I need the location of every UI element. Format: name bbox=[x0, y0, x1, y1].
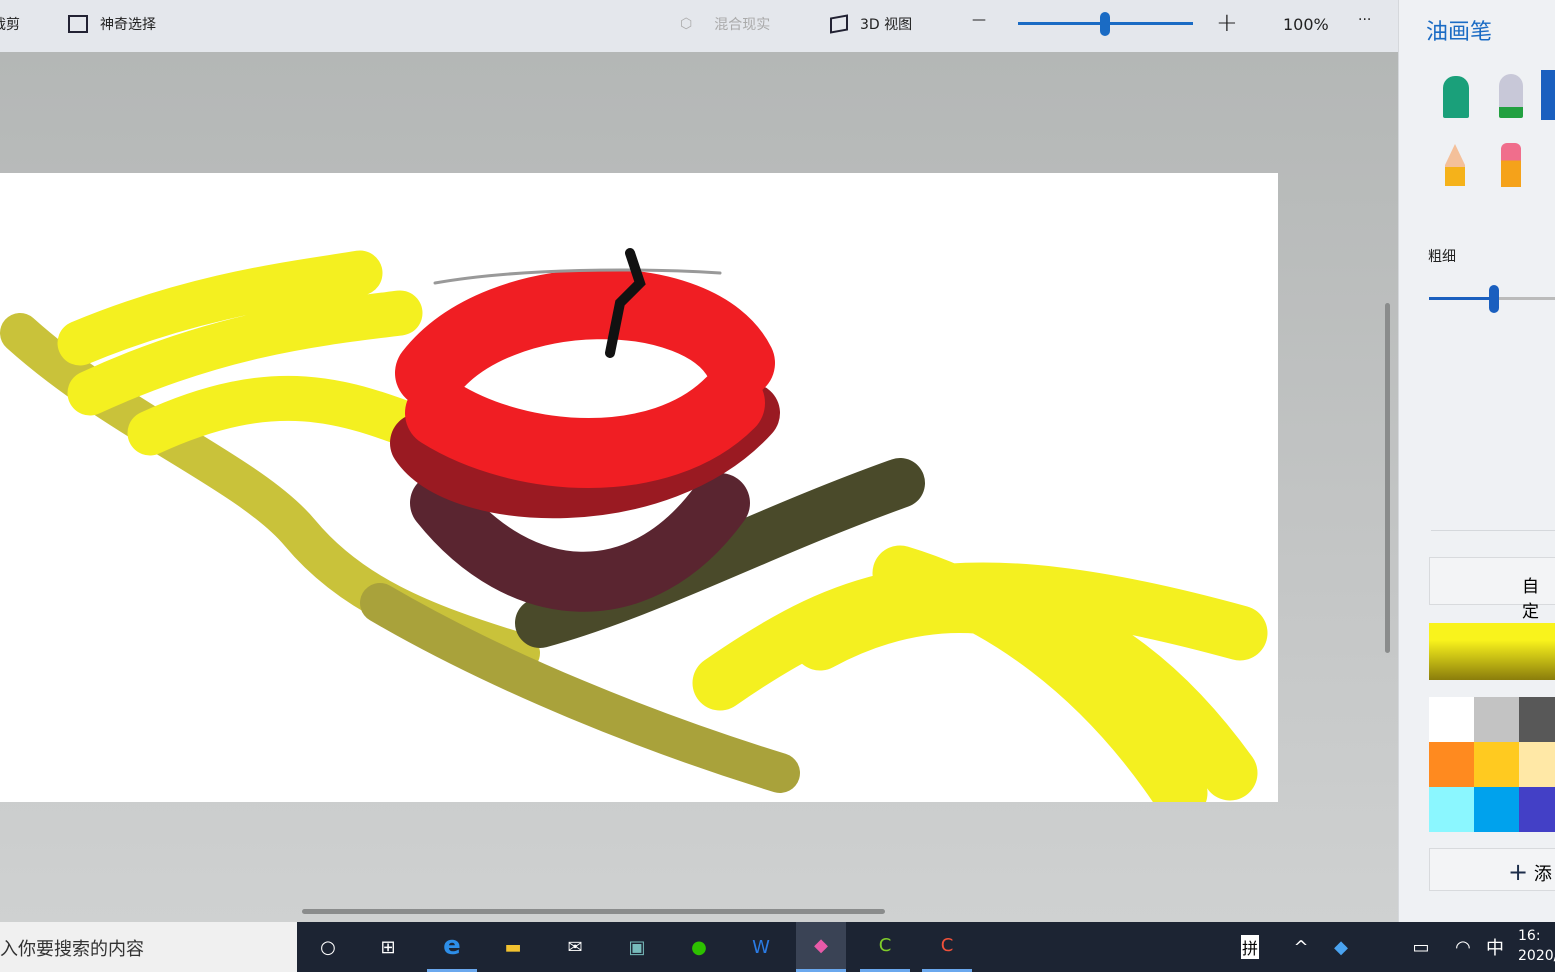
thickness-slider-thumb[interactable] bbox=[1489, 285, 1499, 313]
add-label: 添 bbox=[1533, 864, 1552, 885]
zoom-out-button[interactable]: — bbox=[972, 12, 986, 28]
crop-label: 裁剪 bbox=[0, 17, 20, 33]
mixed-reality-label: 混合现实 bbox=[714, 17, 771, 33]
thickness-slider[interactable] bbox=[1429, 285, 1555, 313]
oil-brush-icon-selected[interactable] bbox=[1541, 70, 1555, 120]
add-color-button[interactable]: + 添 bbox=[1429, 848, 1555, 891]
horizontal-scrollbar[interactable] bbox=[302, 909, 885, 914]
color-swatch[interactable] bbox=[1474, 742, 1520, 787]
task-view-icon[interactable]: ⊞ bbox=[363, 922, 413, 972]
more-button[interactable]: ··· bbox=[1358, 12, 1371, 28]
pencil-icon[interactable] bbox=[1445, 144, 1465, 186]
workspace bbox=[0, 52, 1398, 922]
color-swatch[interactable] bbox=[1429, 742, 1475, 787]
view-3d-button[interactable]: 3D 视图 bbox=[830, 14, 912, 34]
color-swatch[interactable] bbox=[1519, 742, 1555, 787]
color-swatch[interactable] bbox=[1429, 697, 1475, 742]
zoom-in-button[interactable]: + bbox=[1216, 8, 1238, 38]
view-3d-label: 3D 视图 bbox=[860, 17, 913, 33]
plus-icon: + bbox=[1508, 858, 1529, 886]
taskbar: 入你要搜索的内容 ○ ⊞ e ▬ ✉ ▣ ● W ◆ C C 拼 ^ ◆ ▭ ◠… bbox=[0, 922, 1555, 972]
store-icon[interactable]: ▣ bbox=[612, 922, 662, 972]
language-indicator[interactable]: 中 bbox=[1470, 922, 1520, 972]
eraser-icon[interactable] bbox=[1501, 143, 1521, 187]
wechat-icon[interactable]: ● bbox=[674, 922, 724, 972]
magic-select-icon bbox=[68, 15, 88, 33]
current-color-swatch bbox=[1429, 623, 1555, 680]
magic-select-button[interactable]: 神奇选择 bbox=[68, 14, 156, 34]
wps-icon[interactable]: W bbox=[736, 922, 786, 972]
color-swatch[interactable] bbox=[1474, 787, 1520, 832]
vertical-scrollbar[interactable] bbox=[1385, 303, 1390, 653]
zoom-slider-thumb[interactable] bbox=[1100, 12, 1110, 36]
recorder-icon[interactable]: C bbox=[922, 922, 972, 972]
marker-icon[interactable] bbox=[1443, 76, 1469, 118]
crop-button[interactable]: 裁剪 bbox=[0, 14, 20, 34]
clock[interactable]: 16: 2020/ bbox=[1518, 926, 1555, 966]
yellow-stroke bbox=[692, 545, 1268, 802]
thickness-label: 粗细 bbox=[1428, 249, 1456, 265]
color-swatch[interactable] bbox=[1519, 787, 1555, 832]
divider bbox=[1431, 530, 1555, 531]
view-3d-icon bbox=[830, 14, 848, 34]
ime-indicator[interactable]: 拼 bbox=[1225, 922, 1275, 972]
panel-title: 油画笔 bbox=[1426, 20, 1493, 45]
calligraphy-pen-icon[interactable] bbox=[1499, 74, 1523, 118]
red-stroke bbox=[395, 269, 775, 488]
toolbar: 裁剪 神奇选择 ⬡ 混合现实 3D 视图 — + 100% ··· bbox=[0, 0, 1398, 52]
zoom-slider[interactable] bbox=[1018, 12, 1193, 36]
paint3d-icon[interactable]: ◆ bbox=[796, 922, 846, 972]
tray-app-icon[interactable]: ◆ bbox=[1316, 922, 1366, 972]
edge-icon[interactable]: e bbox=[427, 922, 477, 972]
custom-color-button[interactable]: 自定 bbox=[1429, 557, 1555, 622]
mixed-reality-button[interactable]: ⬡ 混合现实 bbox=[680, 14, 770, 34]
color-swatch[interactable] bbox=[1519, 697, 1555, 742]
date: 2020/ bbox=[1518, 948, 1555, 964]
painting bbox=[0, 248, 1268, 802]
magic-select-label: 神奇选择 bbox=[100, 17, 156, 33]
time: 16: bbox=[1518, 928, 1541, 944]
mail-icon[interactable]: ✉ bbox=[550, 922, 600, 972]
cortana-icon[interactable]: ○ bbox=[303, 922, 353, 972]
search-box[interactable]: 入你要搜索的内容 bbox=[0, 922, 297, 972]
mixed-reality-icon: ⬡ bbox=[680, 16, 693, 32]
camtasia-icon[interactable]: C bbox=[860, 922, 910, 972]
zoom-value: 100% bbox=[1283, 15, 1329, 34]
brush-panel: 油画笔 粗细 自定 + 添 bbox=[1398, 0, 1555, 922]
drawing-canvas[interactable] bbox=[0, 173, 1278, 802]
search-placeholder: 入你要搜索的内容 bbox=[0, 939, 144, 960]
file-explorer-icon[interactable]: ▬ bbox=[488, 922, 538, 972]
custom-label: 自定 bbox=[1522, 577, 1539, 622]
color-swatch[interactable] bbox=[1474, 697, 1520, 742]
color-swatch[interactable] bbox=[1429, 787, 1475, 832]
